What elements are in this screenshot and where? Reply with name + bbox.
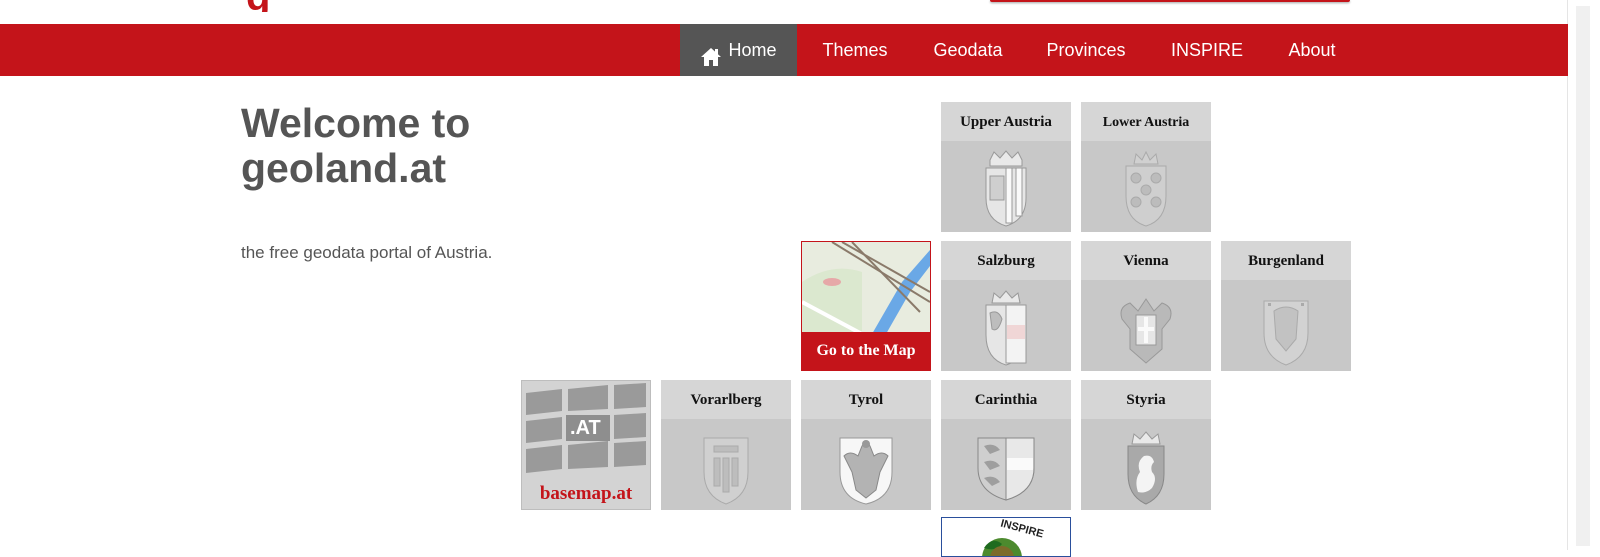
search-dropdown[interactable] <box>990 0 1350 2</box>
tile-title: Carinthia <box>941 380 1071 419</box>
tile-carinthia[interactable]: Carinthia <box>941 380 1071 510</box>
inspire-tile[interactable]: INSPIRE <box>941 517 1071 557</box>
page-title: Welcome to geoland.at <box>241 100 471 191</box>
top-header-strip <box>0 0 1568 24</box>
page-tagline: the free geodata portal of Austria. <box>241 243 493 262</box>
home-icon <box>700 36 722 88</box>
tile-title: Styria <box>1081 380 1211 419</box>
site-logo[interactable]: g <box>246 0 290 12</box>
tile-lower-austria[interactable]: Lower Austria <box>1081 102 1211 232</box>
nav-provinces[interactable]: Provinces <box>1035 24 1137 76</box>
tile-styria[interactable]: Styria <box>1081 380 1211 510</box>
tile-title: Lower Austria <box>1081 102 1211 141</box>
tile-title: Tyrol <box>801 380 931 419</box>
map-preview-icon <box>802 242 930 334</box>
tile-title: Vienna <box>1081 241 1211 280</box>
salzburg-crest-icon <box>985 290 1027 366</box>
scrollbar-thumb[interactable] <box>1576 6 1590 546</box>
tile-salzburg[interactable]: Salzburg <box>941 241 1071 371</box>
styria-crest-icon <box>1127 431 1165 505</box>
tile-upper-austria[interactable]: Upper Austria <box>941 102 1071 232</box>
tile-title: Upper Austria <box>941 102 1071 141</box>
tile-title: Vorarlberg <box>661 380 791 419</box>
basemap-tile[interactable]: .AT basemap.at <box>521 380 651 510</box>
page-scrollbar[interactable] <box>1567 0 1600 550</box>
main-navbar: Home Themes Geodata Provinces INSPIRE Ab… <box>0 24 1568 76</box>
nav-inspire[interactable]: INSPIRE <box>1160 24 1254 76</box>
nav-home[interactable]: Home <box>680 24 797 76</box>
upper-austria-crest-icon <box>985 150 1027 227</box>
tile-vienna[interactable]: Vienna <box>1081 241 1211 371</box>
basemap-label: basemap.at <box>539 483 633 504</box>
go-to-map-label: Go to the Map <box>802 332 930 370</box>
tile-burgenland[interactable]: Burgenland <box>1221 241 1351 371</box>
carinthia-crest-icon <box>977 437 1035 501</box>
tile-title: Burgenland <box>1221 241 1351 280</box>
nav-geodata[interactable]: Geodata <box>922 24 1014 76</box>
lower-austria-crest-icon <box>1125 150 1167 227</box>
burgenland-crest-icon <box>1263 300 1309 366</box>
vorarlberg-crest-icon <box>703 437 749 505</box>
tyrol-crest-icon <box>839 437 893 505</box>
nav-about[interactable]: About <box>1278 24 1346 76</box>
tile-tyrol[interactable]: Tyrol <box>801 380 931 510</box>
go-to-map-tile[interactable]: Go to the Map <box>801 241 931 371</box>
tile-vorarlberg[interactable]: Vorarlberg <box>661 380 791 510</box>
basemap-at-mark: .AT <box>570 417 601 439</box>
tile-title: Salzburg <box>941 241 1071 280</box>
vienna-crest-icon <box>1120 298 1172 364</box>
nav-themes[interactable]: Themes <box>811 24 899 76</box>
nav-home-label: Home <box>728 40 777 60</box>
